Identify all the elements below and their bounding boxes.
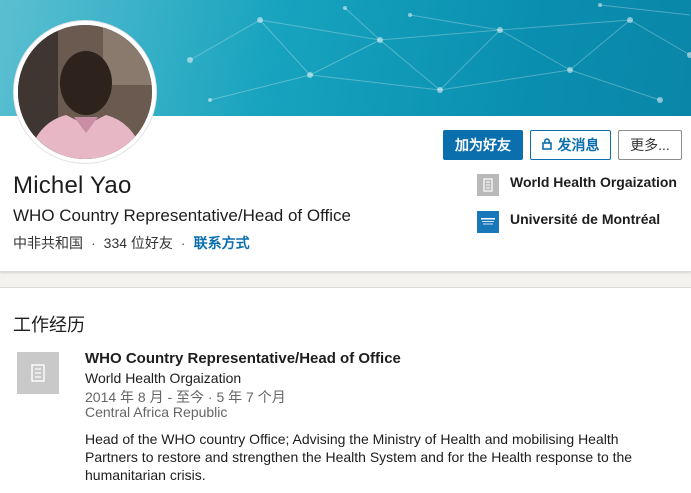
job-title[interactable]: WHO Country Representative/Head of Offic…: [85, 350, 401, 367]
profile-name: Michel Yao: [13, 172, 132, 199]
avatar[interactable]: [14, 21, 156, 163]
job-company: World Health Orgaization: [85, 370, 242, 386]
more-button-label: 更多...: [630, 137, 670, 153]
connect-button-label: 加为好友: [455, 137, 511, 153]
building-icon[interactable]: [17, 352, 59, 394]
message-button-label: 发消息: [557, 137, 600, 153]
separator-dot: ·: [180, 235, 186, 251]
lock-icon: [541, 137, 552, 153]
job-location: Central Africa Republic: [85, 404, 228, 420]
profile-connections[interactable]: 334 位好友: [104, 233, 173, 253]
connect-button[interactable]: 加为好友: [443, 130, 523, 160]
building-icon: [477, 174, 499, 196]
org-education[interactable]: Université de Montréal: [477, 211, 690, 233]
profile-location: 中非共和国: [13, 235, 83, 251]
more-button[interactable]: 更多...: [618, 130, 682, 160]
org-name: Université de Montréal: [510, 211, 661, 227]
profile-headline: WHO Country Representative/Head of Offic…: [13, 206, 351, 225]
contact-info-link[interactable]: 联系方式: [194, 233, 250, 253]
profile-meta: 中非共和国 · 334 位好友 · 联系方式: [13, 233, 250, 253]
message-button[interactable]: 发消息: [530, 130, 611, 160]
org-current-company[interactable]: World Health Orgaization: [477, 174, 690, 196]
org-name: World Health Orgaization: [510, 174, 677, 190]
separator-dot: ·: [91, 235, 96, 251]
job-description: Head of the WHO country Office; Advising…: [85, 431, 633, 483]
profile-top-card: 加为好友 发消息 更多... Michel Yao WHO Country Re…: [0, 0, 691, 272]
experience-section: 工作经历 WHO Country Representative/Head of …: [0, 287, 691, 493]
university-logo-icon: [477, 211, 499, 233]
section-title: 工作经历: [13, 315, 85, 335]
